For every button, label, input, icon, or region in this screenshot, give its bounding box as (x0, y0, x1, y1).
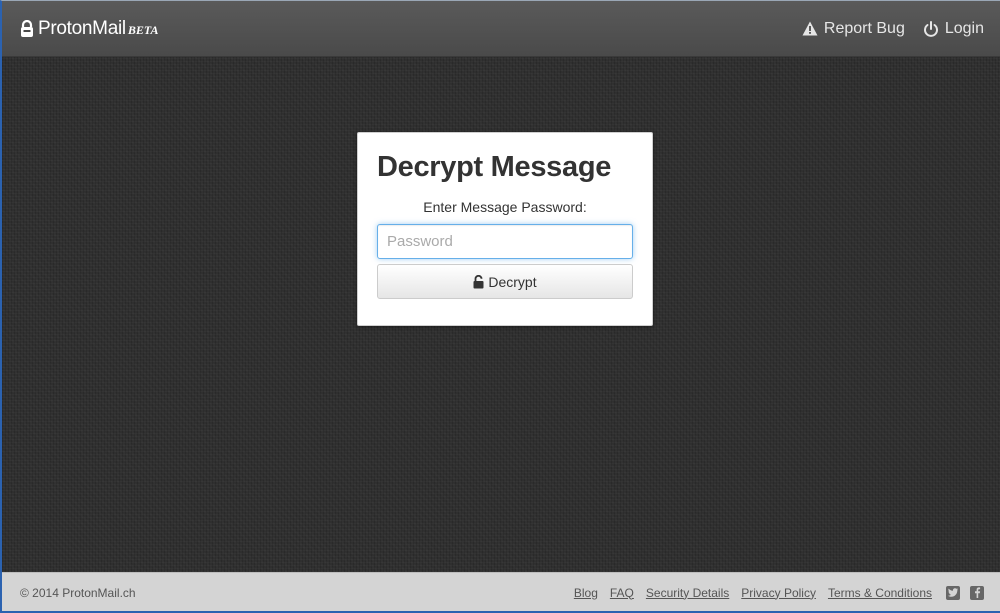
copyright-text: © 2014 ProtonMail.ch (20, 585, 136, 600)
power-icon (923, 20, 938, 37)
password-input[interactable] (377, 224, 633, 259)
footer-link-privacy-policy[interactable]: Privacy Policy (741, 586, 816, 600)
brand-beta-tag: BETA (127, 22, 159, 37)
decrypt-button-label: Decrypt (488, 273, 537, 290)
footer-link-security-details[interactable]: Security Details (646, 586, 729, 600)
app-window: ProtonMail BETA Report Bug Login Decrypt… (0, 0, 1000, 613)
twitter-icon[interactable] (946, 585, 960, 600)
password-prompt-label: Enter Message Password: (423, 199, 587, 215)
facebook-icon[interactable] (970, 585, 984, 600)
page-title: Decrypt Message (377, 151, 612, 183)
unlock-icon (473, 274, 484, 288)
decrypt-card: Decrypt Message Enter Message Password: … (357, 132, 653, 326)
brand-logo[interactable]: ProtonMail BETA (20, 18, 159, 40)
protonmail-logo-icon (21, 19, 33, 37)
footer: © 2014 ProtonMail.ch Blog FAQ Security D… (2, 572, 1000, 611)
header-nav: Report Bug Login (802, 20, 984, 38)
report-bug-link[interactable]: Report Bug (802, 20, 905, 38)
footer-link-terms-conditions[interactable]: Terms & Conditions (828, 586, 932, 600)
decrypt-button[interactable]: Decrypt (377, 264, 633, 299)
report-bug-label: Report Bug (823, 19, 905, 37)
login-link[interactable]: Login (923, 20, 984, 38)
footer-link-blog[interactable]: Blog (574, 586, 598, 600)
warning-icon (802, 21, 818, 36)
social-links (946, 585, 984, 600)
login-label: Login (944, 19, 984, 37)
brand-name: ProtonMail (38, 17, 126, 39)
top-navbar: ProtonMail BETA Report Bug Login (2, 1, 1000, 57)
footer-links: Blog FAQ Security Details Privacy Policy… (574, 585, 984, 600)
main-area: Decrypt Message Enter Message Password: … (2, 57, 1000, 572)
footer-link-faq[interactable]: FAQ (610, 586, 634, 600)
